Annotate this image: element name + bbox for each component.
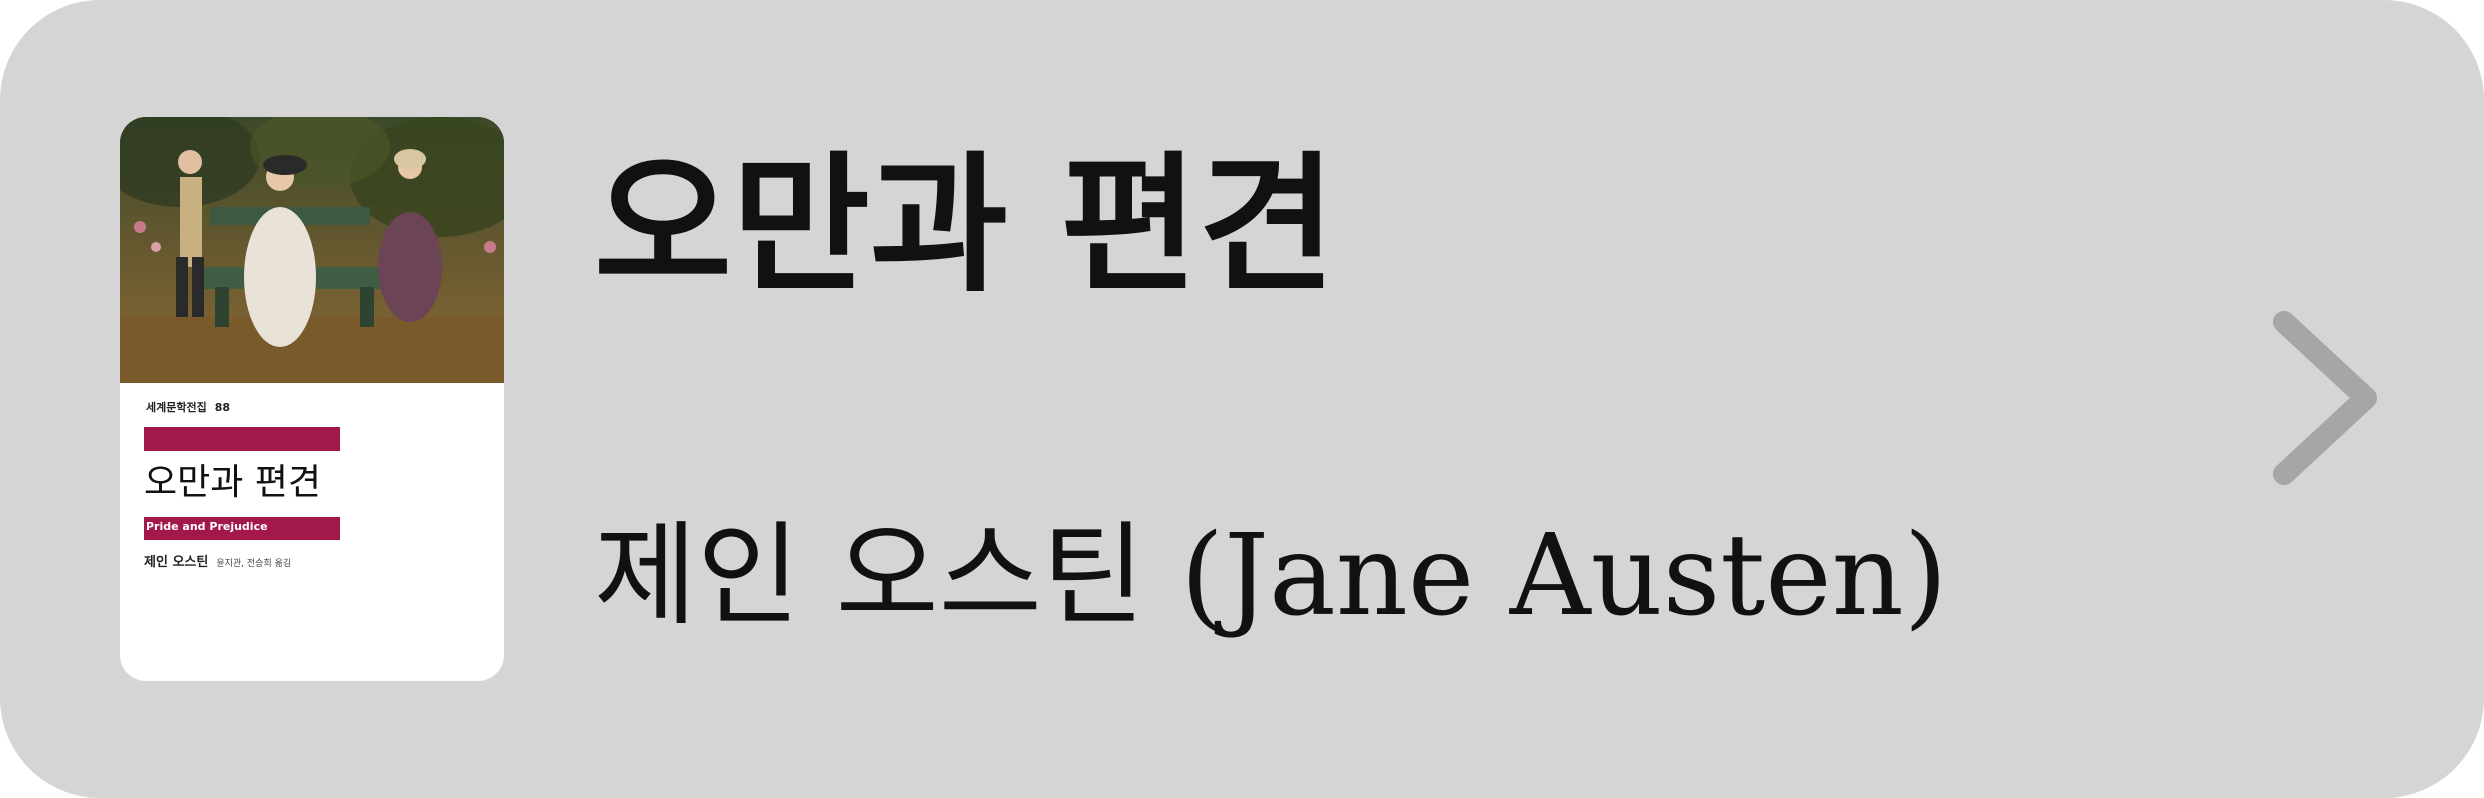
cover-painting [120,117,504,383]
book-title: 오만과 편견 [594,137,1337,313]
cover-subtitle: Pride and Prejudice [146,520,268,533]
cover-translators: 윤지관, 전승희 옮김 [216,559,292,569]
book-card[interactable]: 세계문학전집 88 오만과 편견 Pride and Prejudice 제인 오… [0,0,2484,798]
chevron-right-icon[interactable] [2254,296,2394,500]
cover-title: 오만과 편견 [144,462,322,503]
cover-series-name: 세계문학전집 [146,401,207,414]
cover-author-line: 제인 오스틴 윤지관, 전승희 옮김 [144,551,291,570]
cover-accent-bar [144,427,340,451]
cover-series-number: 88 [214,401,231,414]
cover-series-label: 세계문학전집 88 [146,399,230,415]
book-cover: 세계문학전집 88 오만과 편견 Pride and Prejudice 제인 오… [120,117,504,681]
book-author: 제인 오스틴 (Jane Austen) [594,511,1948,641]
cover-author: 제인 오스틴 [144,555,209,570]
